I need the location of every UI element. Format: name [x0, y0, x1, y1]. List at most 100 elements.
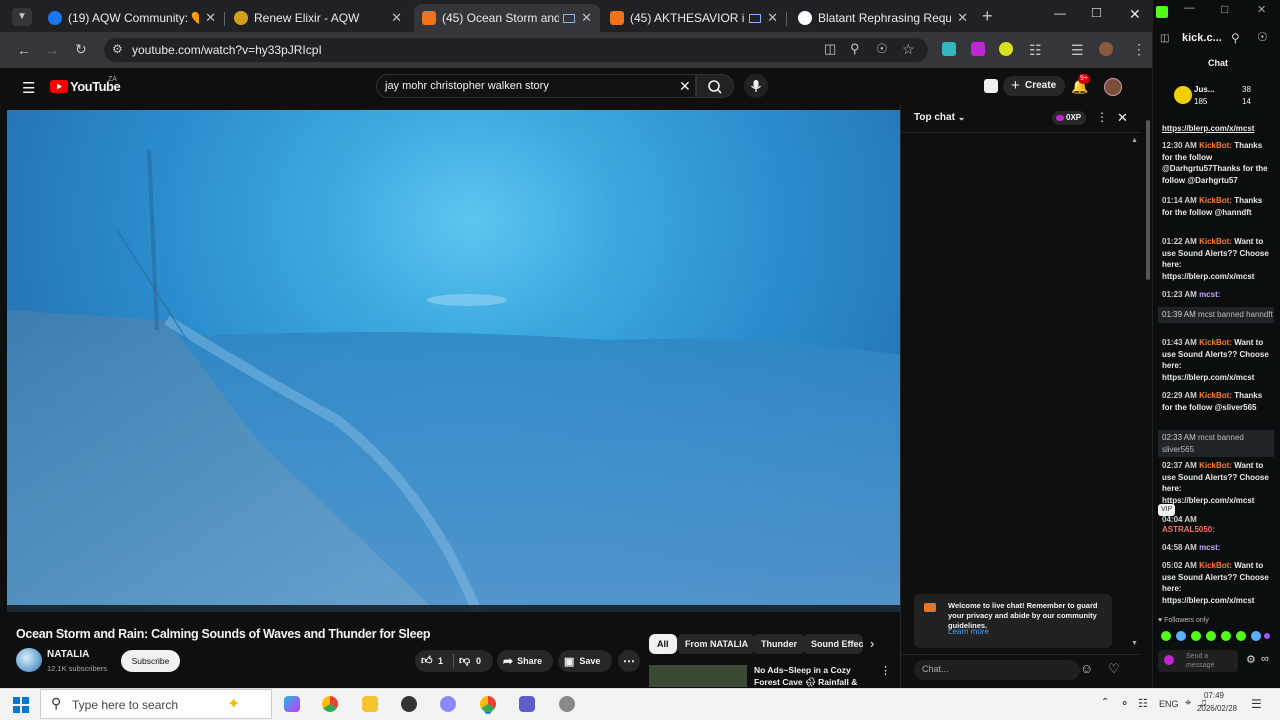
youtube-logo-icon[interactable] [50, 80, 68, 93]
maximize-button[interactable]: □ [1092, 4, 1101, 21]
xp-badge[interactable]: 0XP [1052, 111, 1086, 125]
tab-renew-elixir[interactable]: Renew Elixir - AQW ✕ [226, 4, 410, 32]
search-button[interactable] [696, 74, 734, 98]
network-icon[interactable]: ☷ [1138, 697, 1148, 710]
tab-close-icon[interactable]: ✕ [581, 10, 592, 26]
premium-icon[interactable] [984, 79, 998, 93]
save-label: Save [579, 656, 601, 666]
heart-icon[interactable]: ♡ [1108, 661, 1120, 677]
chrome-icon[interactable] [322, 696, 338, 712]
next-video-menu-icon[interactable]: ⋮ [880, 664, 891, 677]
like-count[interactable]: 1 [438, 656, 443, 666]
chip-thunder[interactable]: Thunder [753, 634, 805, 654]
tab-close-icon[interactable]: ✕ [957, 10, 968, 26]
profile-avatar[interactable] [1099, 42, 1113, 56]
kick-link-icon[interactable]: ∞ [1261, 653, 1269, 665]
teams-icon[interactable] [519, 696, 535, 712]
top-user-name[interactable]: Jus... [1194, 85, 1214, 94]
tab-search-button[interactable]: ▼ [12, 8, 32, 26]
forward-arrow-icon[interactable]: → [45, 42, 59, 58]
clock-time[interactable]: 07:49 [1200, 691, 1224, 700]
cast-icon[interactable]: ◫ [824, 41, 836, 57]
tray-chevron-icon[interactable]: ⌃ [1101, 697, 1109, 708]
taskbar-search-box[interactable]: ⚲ Type here to search ✦ [40, 689, 272, 719]
site-info-icon[interactable]: ⚙ [112, 42, 123, 56]
next-video-thumbnail[interactable] [649, 665, 747, 687]
chip-sound-effects[interactable]: Sound Effec [803, 634, 863, 654]
chat-menu-icon[interactable]: ⋮ [1096, 110, 1108, 124]
sidebar-toggle-icon[interactable]: ◫ [1160, 33, 1169, 44]
extensions-puzzle-icon[interactable]: ☷ [1029, 42, 1042, 59]
learn-more-link[interactable]: Learn more [948, 627, 989, 636]
kick-eye-off-icon[interactable]: ☉ [1257, 30, 1268, 44]
kick-settings-icon[interactable]: ⚙ [1246, 653, 1256, 666]
zoom-icon[interactable]: ⚲ [850, 41, 860, 57]
share-button[interactable]: ➦ Share [497, 650, 553, 672]
channel-name[interactable]: NATALIA [47, 649, 89, 660]
emote-bar[interactable] [1160, 630, 1270, 642]
chat-input[interactable]: Chat... [914, 660, 1080, 680]
app-icon[interactable] [440, 696, 456, 712]
kick-scrollbar[interactable] [1146, 120, 1150, 280]
emoji-icon[interactable]: ☺ [1080, 661, 1093, 676]
windows-start-icon[interactable] [13, 697, 29, 713]
chip-all[interactable]: All [649, 634, 677, 654]
dislike-count[interactable]: 0 [476, 656, 481, 666]
panel-maximize-icon[interactable]: □ [1221, 2, 1228, 16]
kick-message-input[interactable]: Send a message [1158, 650, 1238, 672]
more-actions-button[interactable]: ⋯ [618, 650, 640, 672]
subscribe-button[interactable]: Subscribe [121, 650, 180, 672]
kick-zoom-icon[interactable]: ⚲ [1231, 31, 1240, 45]
close-chat-icon[interactable]: ✕ [1117, 110, 1128, 126]
tab-aqw-community[interactable]: (19) AQW Community: 🧡 LOV ✕ [40, 4, 225, 32]
top-chat-dropdown[interactable]: Top chat ⌄ [914, 112, 965, 123]
browser-menu-icon[interactable]: ⋮ [1132, 41, 1146, 58]
search-input[interactable]: jay mohr christopher walken story [385, 80, 549, 92]
scroll-down-icon[interactable]: ▼ [1131, 640, 1138, 647]
channel-avatar[interactable] [16, 648, 42, 672]
tab-close-icon[interactable]: ✕ [205, 10, 216, 26]
extension-icon[interactable] [971, 42, 985, 56]
create-button[interactable]: + Create [1003, 76, 1065, 96]
chevron-right-icon[interactable]: › [870, 636, 874, 651]
steam-icon[interactable] [401, 696, 417, 712]
save-button[interactable]: ▣ Save [558, 650, 612, 672]
bookmark-star-icon[interactable]: ☆ [902, 41, 915, 58]
extension-icon[interactable] [942, 42, 956, 56]
tab-close-icon[interactable]: ✕ [391, 10, 402, 26]
chip-from-natalia[interactable]: From NATALIA [677, 634, 757, 654]
panel-close-icon[interactable]: ✕ [1257, 3, 1266, 16]
mic-icon[interactable]: ⚬ [1120, 697, 1129, 710]
tab-ocean-storm[interactable]: (45) Ocean Storm and Rain ✕ [414, 4, 600, 32]
top-user-avatar[interactable] [1174, 86, 1192, 104]
tab-blatant-rephrasing[interactable]: Blatant Rephrasing Request ✕ [790, 4, 976, 32]
panel-minimize-icon[interactable]: — [1184, 2, 1195, 14]
close-window-button[interactable]: ✕ [1129, 6, 1141, 23]
tab-close-icon[interactable]: ✕ [767, 10, 778, 26]
extension-icon[interactable] [999, 42, 1013, 56]
media-control-icon[interactable]: ☰ [1071, 42, 1084, 59]
thumbs-up-icon[interactable]: 👍︎ [421, 654, 433, 667]
file-explorer-icon[interactable] [362, 696, 378, 712]
new-tab-button[interactable]: + [982, 6, 993, 27]
copilot-icon[interactable] [284, 696, 300, 712]
app-icon[interactable] [559, 696, 575, 712]
eye-off-icon[interactable]: ☉ [876, 41, 888, 57]
voice-search-button[interactable] [744, 74, 768, 98]
address-bar[interactable]: ⚙ youtube.com/watch?v=hy33pJRIcpI ◫ ⚲ ☉ … [104, 38, 928, 62]
notification-center-icon[interactable]: ☰ [1251, 697, 1262, 711]
clock-date[interactable]: 2026/02/28 [1187, 704, 1237, 713]
search-box[interactable]: jay mohr christopher walken story ✕ [376, 74, 696, 98]
account-avatar[interactable] [1104, 78, 1122, 96]
scroll-up-icon[interactable]: ▲ [1131, 137, 1138, 144]
video-player[interactable] [7, 110, 900, 612]
back-arrow-icon[interactable]: ← [17, 42, 31, 58]
minimize-button[interactable]: — [1054, 6, 1066, 20]
language-indicator[interactable]: ENG [1159, 699, 1179, 709]
clear-search-icon[interactable]: ✕ [679, 78, 691, 95]
chrome-active-icon[interactable] [480, 696, 496, 712]
thumbs-down-icon[interactable]: 👎︎ [459, 654, 470, 667]
hamburger-menu-icon[interactable]: ☰ [22, 79, 35, 97]
reload-icon[interactable]: ↻ [75, 41, 87, 58]
tab-akthesavior[interactable]: (45) AKTHESAVIOR is live! ✕ [602, 4, 787, 32]
